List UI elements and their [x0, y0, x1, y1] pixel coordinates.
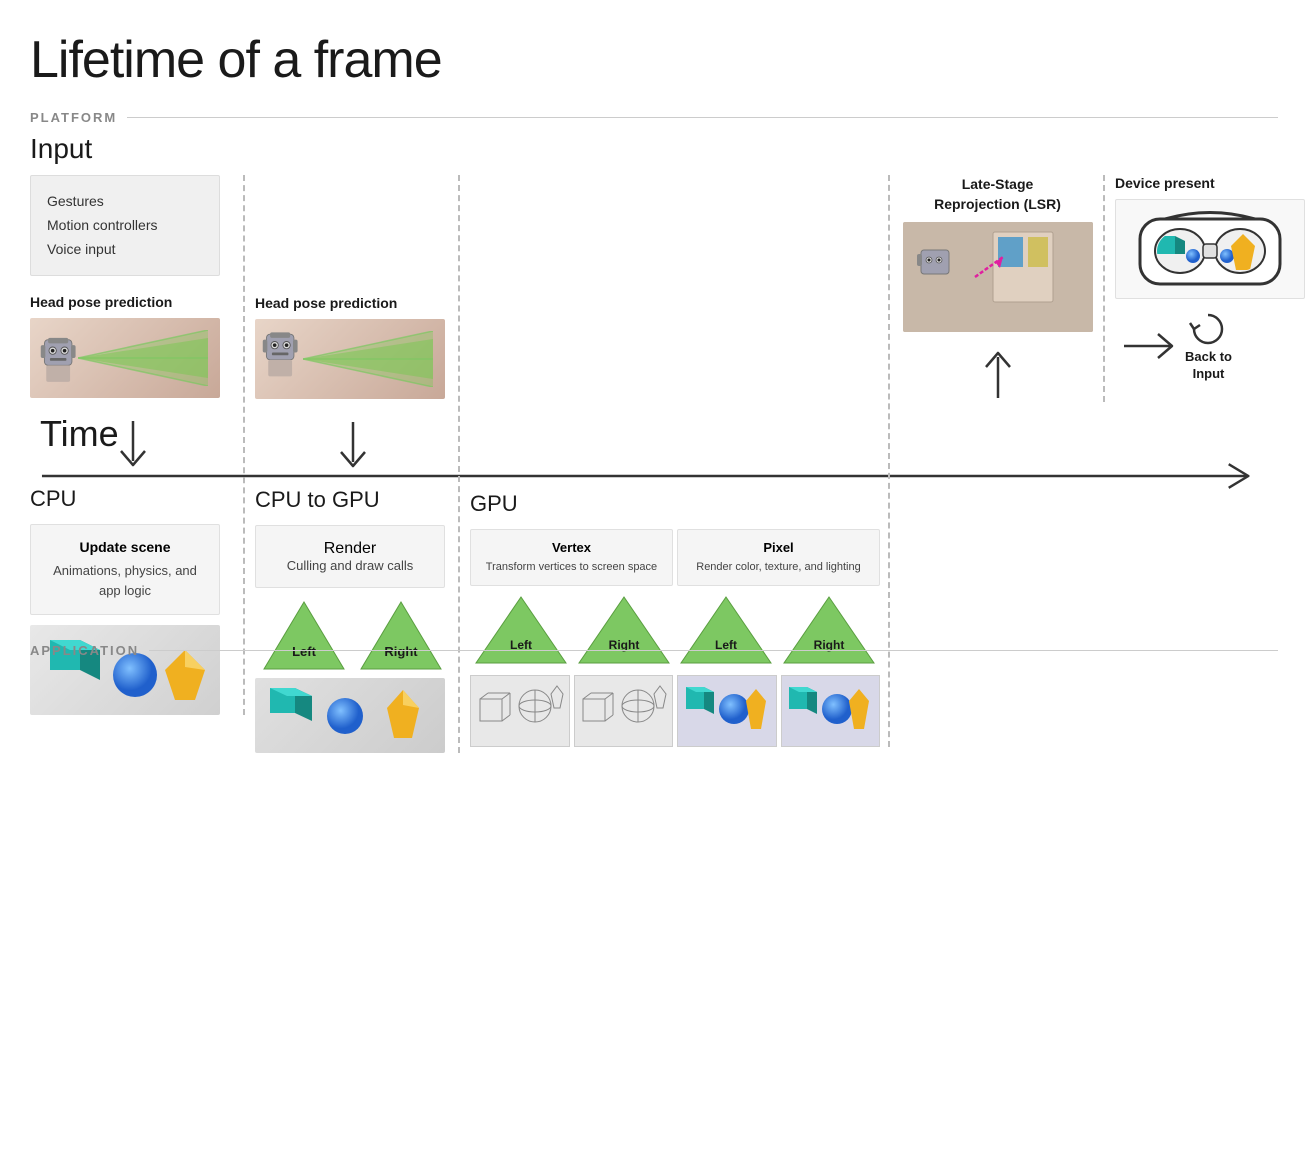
update-scene-title: Update scene — [45, 539, 205, 555]
pixel-colored-1 — [682, 679, 772, 744]
pixel-desc: Render color, texture, and lighting — [684, 560, 873, 575]
pixel-right-preview — [781, 675, 881, 747]
arrow-up-container — [900, 342, 1095, 402]
head-pose-label-2: Head pose prediction — [255, 295, 450, 311]
lsr-label: Late-StageReprojection (LSR) — [900, 175, 1095, 214]
lsr-scene-svg — [903, 222, 1093, 332]
arrow-down-2 — [255, 417, 450, 477]
spacer-1 — [255, 175, 450, 295]
input-box: Gestures Motion controllers Voice input — [30, 175, 220, 276]
pixel-left-preview — [677, 675, 777, 747]
input-section-label: Input — [30, 133, 1278, 165]
cpu-3d-objects — [30, 625, 220, 715]
pixel-title: Pixel — [684, 540, 873, 555]
input-item-1: Gestures — [47, 190, 203, 214]
main-grid: Gestures Motion controllers Voice input … — [30, 175, 1278, 753]
gpu-previews — [470, 675, 880, 747]
application-label: APPLICATION — [30, 643, 1278, 658]
pixel-colored-2 — [785, 679, 875, 744]
pixel-card: Pixel Render color, texture, and lightin… — [677, 529, 880, 586]
input-item-2: Motion controllers — [47, 214, 203, 238]
head-pose-img-2 — [255, 319, 445, 399]
back-to-input-group: Back toInput — [1185, 309, 1232, 383]
col-lsr: Late-StageReprojection (LSR) — [890, 175, 1105, 402]
back-to-input-area: Back toInput — [1115, 309, 1295, 383]
vertex-title: Vertex — [477, 540, 666, 555]
gpu-cards: Vertex Transform vertices to screen spac… — [470, 529, 880, 586]
col-cpu-to-gpu: Head pose prediction — [245, 175, 460, 753]
cpu-gpu-objects — [255, 678, 445, 753]
up-arrow-svg — [978, 345, 1018, 400]
update-scene-desc: Animations, physics, and app logic — [45, 561, 205, 600]
vertex-desc: Transform vertices to screen space — [477, 560, 666, 575]
down-arrow-svg-1 — [113, 419, 153, 474]
cpu-gpu-triangles: Left Right — [255, 598, 450, 678]
vertex-card: Vertex Transform vertices to screen spac… — [470, 529, 673, 586]
col-cpu: Gestures Motion controllers Voice input … — [30, 175, 245, 715]
circular-arrow-svg — [1188, 309, 1228, 349]
render-card: Render Culling and draw calls — [255, 525, 445, 588]
render-title: Render — [270, 540, 430, 558]
update-scene-card: Update scene Animations, physics, and ap… — [30, 524, 220, 615]
page: Lifetime of a frame PLATFORM Input Gestu… — [0, 0, 1308, 516]
cpu-label: CPU — [30, 486, 235, 512]
col-device: Device present — [1105, 175, 1305, 383]
down-arrow-svg-2 — [333, 420, 373, 475]
input-item-3: Voice input — [47, 238, 203, 262]
green-beams-1 — [78, 330, 208, 386]
platform-label: PLATFORM — [30, 110, 1278, 125]
vertex-right-preview — [574, 675, 674, 747]
head-pose-img-1 — [30, 318, 220, 398]
cpu-objects-preview — [30, 625, 220, 715]
spacer-gpu — [470, 175, 880, 491]
robot-head-svg-2 — [257, 325, 307, 380]
device-present-label: Device present — [1115, 175, 1295, 191]
lsr-image — [903, 222, 1093, 332]
cpu-gpu-tri-left: Left — [255, 598, 353, 678]
device-image — [1115, 199, 1305, 299]
cpu-to-gpu-label: CPU to GPU — [255, 487, 450, 513]
vertex-wireframe-1 — [475, 679, 565, 744]
application-label-row: APPLICATION — [30, 643, 1278, 666]
main-title: Lifetime of a frame — [30, 30, 1278, 90]
cpu-gpu-tri-right: Right — [353, 598, 451, 678]
green-beams-2 — [303, 331, 433, 387]
vertex-left-preview — [470, 675, 570, 747]
arrow-down-1 — [30, 416, 235, 476]
vertex-wireframe-2 — [578, 679, 668, 744]
right-arrow-svg — [1115, 326, 1185, 366]
cpu-gpu-3d-objects — [255, 678, 445, 753]
headset-svg — [1125, 204, 1295, 294]
gpu-label: GPU — [470, 491, 880, 517]
head-pose-label-1: Head pose prediction — [30, 294, 235, 310]
back-to-input-label: Back toInput — [1185, 349, 1232, 383]
render-desc: Culling and draw calls — [270, 558, 430, 573]
